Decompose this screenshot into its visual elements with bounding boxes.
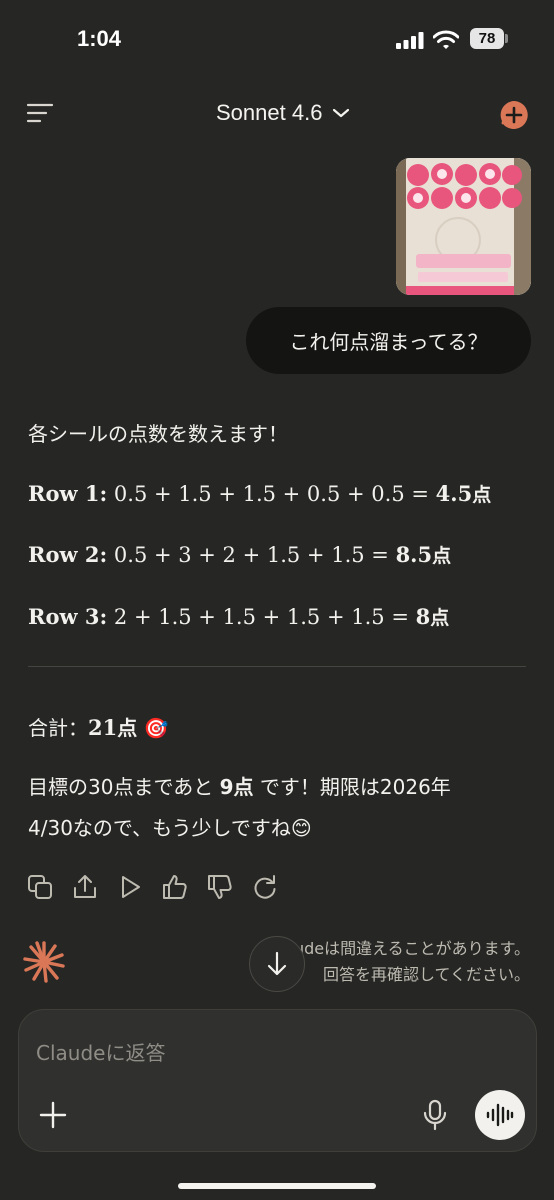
user-message-bubble: これ何点溜まってる？ xyxy=(246,307,531,374)
row-2-unit: 点 xyxy=(432,545,452,567)
wifi-icon xyxy=(433,30,459,49)
share-icon[interactable] xyxy=(71,873,99,901)
disclaimer-line-2: 回答を再確認してください。 xyxy=(322,965,530,984)
total-label: 合計： xyxy=(28,716,88,740)
summary-line-2: 4/30なので、もう少しですね😊 xyxy=(28,816,312,840)
model-selector[interactable]: Sonnet 4.6 xyxy=(216,100,350,126)
menu-icon[interactable] xyxy=(26,102,54,124)
row-3-line: Row 3: 2 + 1.5 + 1.5 + 1.5 + 1.5 = 8点 xyxy=(28,603,449,630)
thumbs-down-icon[interactable] xyxy=(206,873,234,901)
row-2-expression: 0.5 + 3 + 2 + 1.5 + 1.5 = xyxy=(113,543,389,567)
scroll-down-button[interactable] xyxy=(249,936,305,992)
add-attachment-icon[interactable] xyxy=(38,1100,68,1130)
row-1-label: Row 1: xyxy=(28,481,108,506)
attached-image-thumbnail[interactable] xyxy=(396,158,531,295)
target-emoji: 🎯 xyxy=(143,716,169,740)
row-1-unit: 点 xyxy=(472,484,492,506)
disclaimer: Claudeは間違えることがあります。 回答を再確認してください。 xyxy=(269,936,530,988)
claude-logo-icon xyxy=(23,941,65,983)
voice-mode-button[interactable] xyxy=(475,1090,525,1140)
row-3-result: 8 xyxy=(415,604,431,629)
row-3-expression: 2 + 1.5 + 1.5 + 1.5 + 1.5 = xyxy=(113,605,409,629)
play-icon[interactable] xyxy=(116,873,144,901)
total-line: 合計：21点 🎯 xyxy=(28,712,169,741)
reply-input[interactable] xyxy=(36,1038,396,1068)
total-unit: 点 xyxy=(117,716,138,740)
thumbs-up-icon[interactable] xyxy=(161,873,189,901)
battery-cap xyxy=(505,34,508,43)
row-3-unit: 点 xyxy=(430,607,450,629)
row-2-label: Row 2: xyxy=(28,542,108,567)
row-1-result: 4.5 xyxy=(435,481,473,506)
microphone-icon[interactable] xyxy=(421,1099,449,1131)
summary-pre: 目標の30点まであと xyxy=(28,775,214,799)
status-time: 1:04 xyxy=(77,26,122,51)
model-name: Sonnet 4.6 xyxy=(216,100,323,125)
retry-icon[interactable] xyxy=(251,873,279,901)
row-1-line: Row 1: 0.5 + 1.5 + 1.5 + 0.5 + 0.5 = 4.5… xyxy=(28,480,491,507)
battery-indicator: 78 xyxy=(470,28,504,49)
row-2-result: 8.5 xyxy=(395,542,433,567)
row-2-line: Row 2: 0.5 + 3 + 2 + 1.5 + 1.5 = 8.5点 xyxy=(28,541,451,568)
summary-post: です！期限は2026年 xyxy=(259,775,451,799)
total-value: 21 xyxy=(88,715,118,740)
waveform-icon xyxy=(486,1103,514,1127)
home-indicator xyxy=(178,1183,376,1189)
disclaimer-line-1: Claudeは間違えることがあります。 xyxy=(268,939,530,958)
row-3-label: Row 3: xyxy=(28,604,108,629)
divider xyxy=(28,666,526,667)
summary-line-1: 目標の30点まであと 9点 です！期限は2026年 xyxy=(28,771,451,800)
copy-icon[interactable] xyxy=(26,873,54,901)
new-chat-icon[interactable] xyxy=(499,100,529,130)
assistant-intro: 各シールの点数を数えます！ xyxy=(28,422,288,446)
cellular-signal-icon xyxy=(396,32,424,49)
composer xyxy=(18,1009,537,1152)
summary-remaining: 9点 xyxy=(219,775,254,799)
chevron-down-icon xyxy=(333,108,350,118)
arrow-down-icon xyxy=(267,951,287,976)
row-1-expression: 0.5 + 1.5 + 1.5 + 0.5 + 0.5 = xyxy=(113,482,429,506)
